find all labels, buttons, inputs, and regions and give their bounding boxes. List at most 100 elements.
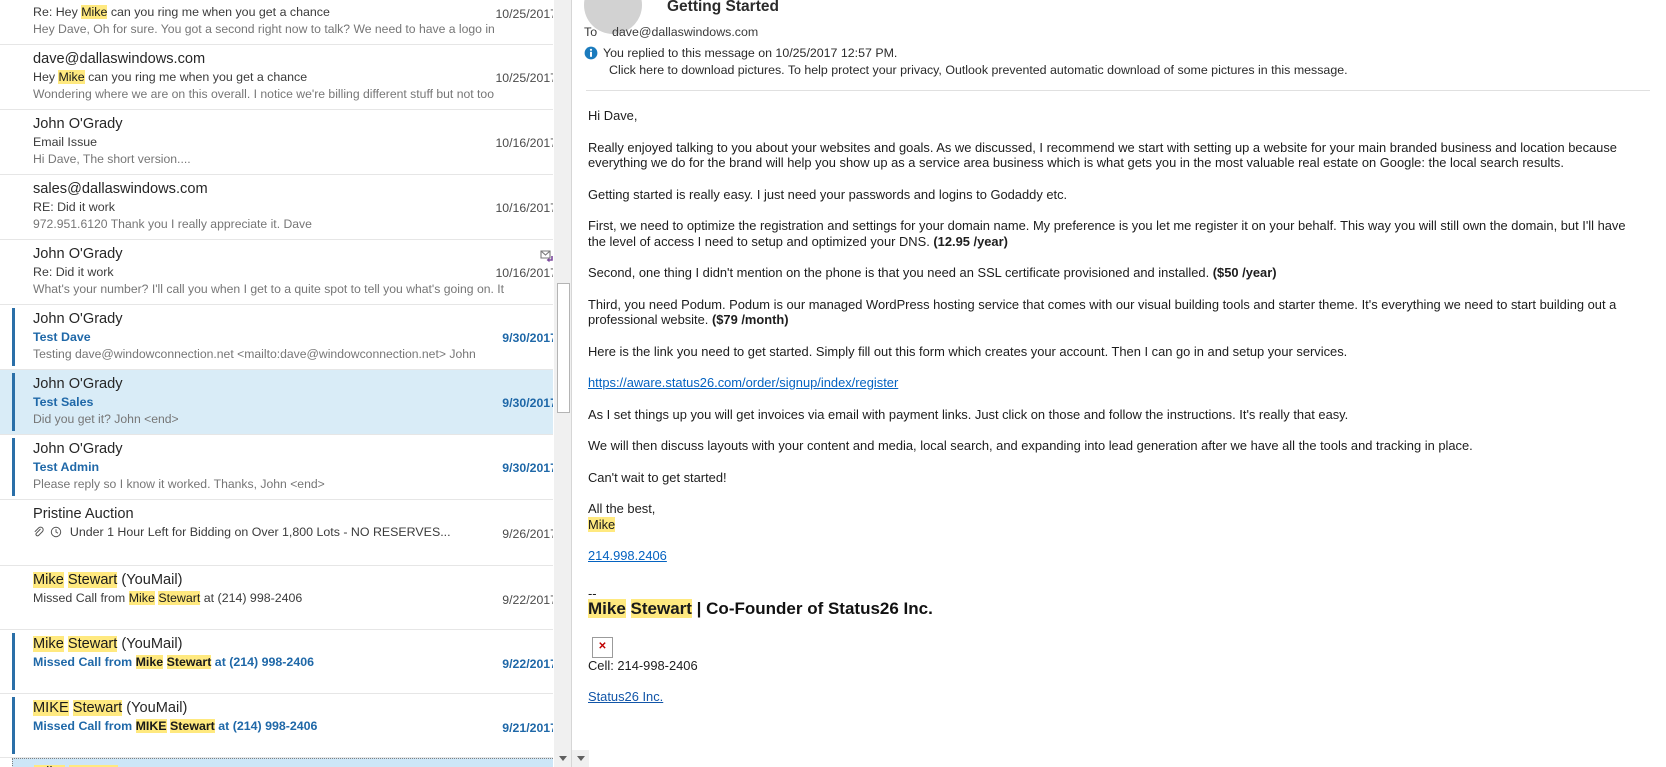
list-item-preview: Did you get it? John <end> [33,412,179,426]
subject-text: Missed Call from [33,591,129,605]
highlighted-term: Stewart [630,599,692,618]
message-subject: Getting Started [667,0,779,15]
list-item-sender: sales@dallaswindows.com [33,181,208,197]
list-item-sender: John O'Grady [33,376,123,392]
body-greeting: Hi Dave, [588,108,638,123]
list-item-subject: Re: Hey Mike can you ring me when you ge… [33,4,557,21]
scroll-down-arrow[interactable] [554,750,571,767]
body-paragraph: First, we need to optimize the registrat… [588,218,1646,249]
list-item-date: 10/16/2017 [495,266,557,280]
list-item-date: 9/21/2017 [502,721,557,735]
highlighted-term: Mike [81,5,108,19]
outlook-window: Re: Hey Mike can you ring me when you ge… [0,0,1666,767]
body-paragraph: Can't wait to get started! [588,469,727,485]
list-item[interactable]: John O'Grady Test Dave Testing dave@wind… [0,305,571,370]
list-item[interactable]: Mike Stewart Getting Started Hi Dave, Re… [12,758,567,767]
attachment-icon [33,526,44,543]
list-item-preview: Hey Dave, Oh for sure. You got a second … [33,22,495,36]
signature-name: Mike Stewart | Co-Founder of Status26 In… [588,599,1646,618]
to-recipient[interactable]: dave@dallaswindows.com [612,25,758,39]
list-item-date: 9/22/2017 [502,657,557,671]
list-item[interactable]: Mike Stewart (YouMail) Missed Call from … [0,566,571,630]
sender-text: (YouMail) [117,636,183,652]
list-item[interactable]: sales@dallaswindows.com RE: Did it work … [0,175,571,240]
message-body: Hi Dave, Really enjoyed talking to you a… [572,92,1666,705]
subject-text: Hey [33,70,59,84]
info-icon [584,46,598,60]
highlighted-term: Mike [33,572,64,588]
highlighted-term: Stewart [67,636,118,652]
company-link[interactable]: Status26 Inc. [588,689,663,704]
body-paragraph: Getting started is really easy. I just n… [588,186,1068,202]
list-item-subject: Test Admin [33,460,100,474]
signup-link[interactable]: https://aware.status26.com/order/signup/… [588,375,898,390]
list-item[interactable]: Re: Hey Mike can you ring me when you ge… [0,0,571,45]
body-paragraph: Third, you need Podum. Podum is our mana… [588,297,1646,328]
signoff-name: Mike [588,516,1646,533]
highlighted-term: Mike [58,70,85,84]
list-item[interactable]: John O'Grady Email Issue Hi Dave, The sh… [0,110,571,175]
highlighted-term: MIKE [135,719,167,733]
to-label: To [584,25,598,39]
phone-link[interactable]: 214.998.2406 [588,548,667,563]
list-item-sender: MIKE Stewart (YouMail) [33,699,557,718]
highlighted-term: Stewart [67,572,118,588]
list-item-subject: Hey Mike can you ring me when you get a … [33,69,557,86]
list-item-subject: Re: Did it work [33,265,114,279]
highlighted-term: Mike [588,516,616,532]
body-paragraph: Here is the link you need to get started… [588,343,1348,359]
list-item[interactable]: Pristine Auction Under 1 Hour Left for B [0,500,571,566]
price-domain: (12.95 /year) [933,233,1008,249]
sender-text: (YouMail) [122,700,188,716]
chevron-down-icon [576,756,585,761]
list-item[interactable]: John O'Grady Test Admin Please reply so … [0,435,571,500]
recipient-row: To dave@dallaswindows.com [584,25,758,39]
list-item-date: 10/25/2017 [495,71,557,85]
info-bar[interactable]: You replied to this message on 10/25/201… [584,45,1348,79]
list-item-sender: John O'Grady [33,311,123,327]
subject-text: Missed Call from [33,655,136,669]
message-list-scrollbar[interactable] [553,0,571,767]
reading-pane: Getting Started To dave@dallaswindows.com… [571,0,1666,767]
body-text: Second, one thing I didn't mention on th… [588,265,1213,280]
highlighted-term: Mike [588,599,626,618]
body-paragraph: Second, one thing I didn't mention on th… [588,265,1646,281]
highlighted-term: Stewart [158,591,201,605]
list-item-date: 9/22/2017 [502,593,557,607]
highlighted-term: MIKE [33,700,69,716]
list-item-preview: What's your number? I'll call you when I… [33,282,505,296]
highlighted-term: Stewart [72,700,123,716]
scrollbar-thumb[interactable] [557,283,570,413]
list-item-sender: Mike Stewart (YouMail) [33,635,557,654]
list-item-sender: Pristine Auction [33,506,134,522]
reading-pane-scroll-down-arrow[interactable] [572,750,589,767]
list-item[interactable]: Mike Stewart (YouMail) Missed Call from … [0,630,571,694]
list-item-subject: Missed Call from Mike Stewart at (214) 9… [33,654,557,671]
list-item-date: 10/16/2017 [495,136,557,150]
list-item-preview: Hi Dave, The short version.... [33,152,191,166]
message-list-pane: Re: Hey Mike can you ring me when you ge… [0,0,571,767]
sender-text: (YouMail) [117,572,183,588]
price-ssl: ($50 /year) [1212,265,1277,280]
price-podum: ($79 /month) [711,312,789,327]
download-pictures-text[interactable]: Click here to download pictures. To help… [584,62,1348,79]
signoff-line1: All the best, [588,501,656,516]
body-paragraph: Really enjoyed talking to you about your… [588,139,1617,171]
list-item-preview: Please reply so I know it worked. Thanks… [33,477,325,491]
highlighted-term: Mike [33,636,64,652]
list-item-date: 10/25/2017 [495,7,557,21]
list-item[interactable]: dave@dallaswindows.com Hey Mike can you … [0,45,571,110]
list-item-date: 9/30/2017 [502,331,557,345]
list-item-sender: dave@dallaswindows.com [33,51,206,67]
body-paragraph: 214.998.2406 [588,548,1646,564]
list-item-date: 9/26/2017 [502,527,557,541]
list-item-preview: Wondering where we are on this overall. … [33,87,494,101]
chevron-down-icon [558,756,567,761]
list-item-date: 9/30/2017 [502,396,557,410]
list-item[interactable]: MIKE Stewart (YouMail) Missed Call from … [0,694,571,758]
subject-text: can you ring me when you get a chance [84,70,308,84]
list-item[interactable]: John O'Grady Re: Did it work What's your… [0,240,571,305]
list-item-subject: Test Sales [33,395,94,409]
list-item[interactable]: John O'Grady Test Sales Did you get it? … [0,370,571,435]
list-item-preview: 972.951.6120 Thank you I really apprecia… [33,217,312,231]
